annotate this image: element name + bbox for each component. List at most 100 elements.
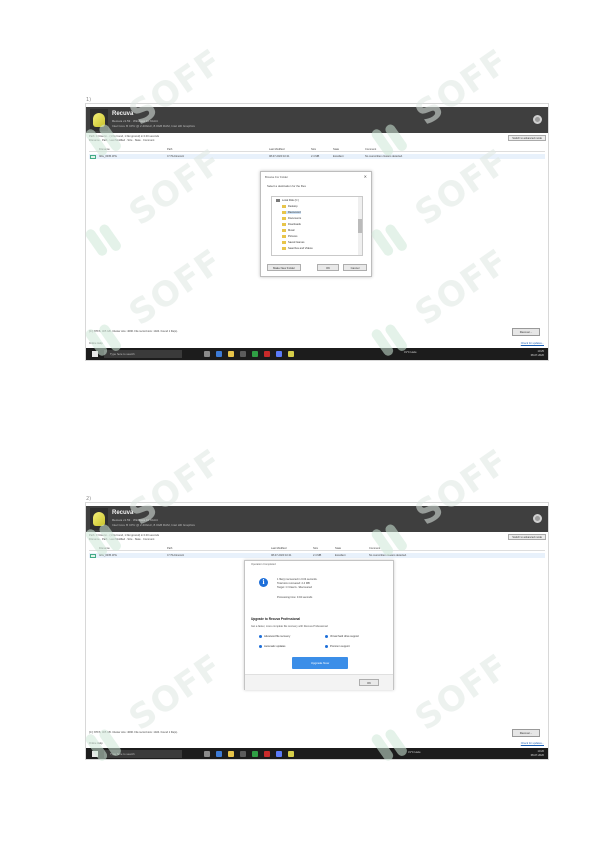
upgrade-button[interactable]: Upgrade Now <box>292 657 348 669</box>
folder-tree[interactable]: Local Disk (C:) Desktop Recovered Docume… <box>271 196 363 256</box>
folder-icon <box>282 247 286 250</box>
stat-line: Processing time: 0.04 seconds <box>277 596 313 599</box>
task-view-icon[interactable] <box>204 751 210 757</box>
store-icon[interactable] <box>240 351 246 357</box>
app-subtitle: Recuva v1.53 · Windows 10 64-bit <box>112 518 158 522</box>
recover-button[interactable]: Recover... <box>512 729 540 737</box>
app-icon[interactable] <box>264 351 270 357</box>
tree-item-folder[interactable]: Pictures <box>282 235 297 238</box>
feature-item: Automatic updates <box>259 645 285 648</box>
app-icon[interactable] <box>264 751 270 757</box>
taskbar-search[interactable]: Type here to search <box>104 350 182 358</box>
app-title: Recuva <box>112 111 134 117</box>
recuva-taskbar-icon[interactable] <box>288 351 294 357</box>
table-row[interactable]: IMG_0035.JPG C:\?\Unknown\ 08-07-2020 10… <box>89 154 545 159</box>
advanced-mode-button[interactable]: Switch to advanced mode <box>508 534 546 540</box>
check-icon <box>259 635 262 638</box>
check-updates-link[interactable]: Check for updates... <box>521 342 544 345</box>
ok-button[interactable]: OK <box>359 679 379 686</box>
scan-info: Path: C:\Users\... (1 file found, 1 file… <box>89 135 160 138</box>
online-help-link[interactable]: Online Help <box>89 742 103 745</box>
column-state[interactable]: State <box>333 147 339 152</box>
app-system-info: Intel Core i5 CPU @ 2.40GHz, 8.0GB RAM, … <box>112 124 195 128</box>
column-path[interactable]: Path <box>167 546 172 551</box>
row-comment: No overwritten clusters detected. <box>365 155 403 158</box>
system-clock[interactable]: 10:25 08-07-2020 <box>531 350 544 358</box>
settings-icon[interactable] <box>533 115 542 124</box>
tree-item-folder[interactable]: Desktop <box>282 205 298 208</box>
column-path[interactable]: Path <box>167 147 172 152</box>
tree-item-folder[interactable]: Saved Games <box>282 241 304 244</box>
check-icon <box>325 645 328 648</box>
column-size[interactable]: Size <box>311 147 316 152</box>
column-size[interactable]: Size <box>313 546 318 551</box>
drive-summary: [C:] NTFS, 465 GB. Cluster size: 4096. F… <box>89 731 178 734</box>
tree-scrollbar[interactable] <box>358 197 362 255</box>
weather-widget[interactable]: 31°C Haze <box>408 751 421 754</box>
operation-completed-dialog: Operation Completed i 1 file(s) recovere… <box>244 560 394 690</box>
column-modified[interactable]: Last Modified <box>269 147 284 152</box>
ok-button[interactable]: OK <box>317 264 339 271</box>
edge-browser-icon[interactable] <box>216 751 222 757</box>
settings-icon[interactable] <box>533 514 542 523</box>
app-system-info: Intel Core i5 CPU @ 2.40GHz, 8.0GB RAM, … <box>112 523 195 527</box>
folder-icon <box>282 223 286 226</box>
table-row[interactable]: IMG_0035.JPG C:\?\Unknown\ 08-07-2020 10… <box>89 553 545 558</box>
dialog-title: Operation Completed <box>251 563 276 566</box>
row-state: Excellent <box>335 554 346 557</box>
stat-line: 1 file(s) recovered in 0.04 seconds. <box>277 578 318 581</box>
dialog-title: Browse For Folder <box>265 175 289 179</box>
column-filename[interactable]: Filename <box>99 546 110 551</box>
scroll-thumb[interactable] <box>358 219 362 233</box>
task-view-icon[interactable] <box>204 351 210 357</box>
row-path: C:\?\Unknown\ <box>167 155 185 158</box>
info-icon: i <box>259 578 268 587</box>
column-filename[interactable]: Filename <box>99 147 110 152</box>
weather-widget[interactable]: 31°C Haze <box>404 351 417 354</box>
folder-icon <box>282 229 286 232</box>
recover-button[interactable]: Recover... <box>512 328 540 336</box>
tree-item-folder[interactable]: Documents <box>282 217 301 220</box>
tree-item-drive[interactable]: Local Disk (C:) <box>276 199 299 202</box>
row-checkbox[interactable] <box>90 553 96 558</box>
app-subtitle: Recuva v1.53 · Windows 10 64-bit <box>112 119 158 123</box>
edge-browser-icon[interactable] <box>216 351 222 357</box>
taskbar-search[interactable]: Type here to search <box>104 750 182 758</box>
row-checkbox[interactable] <box>90 154 96 159</box>
column-comment[interactable]: Comment <box>369 546 380 551</box>
windows-start-icon[interactable] <box>92 751 98 757</box>
app-icon[interactable] <box>276 751 282 757</box>
make-new-folder-button[interactable]: Make New Folder <box>267 264 301 271</box>
cancel-button[interactable]: Cancel <box>343 264 367 271</box>
column-state[interactable]: State <box>335 546 341 551</box>
column-modified[interactable]: Last Modified <box>271 546 286 551</box>
tree-item-folder-selected[interactable]: Recovered <box>282 211 301 215</box>
close-icon[interactable]: ✕ <box>364 174 367 179</box>
tree-item-folder[interactable]: Music <box>282 229 295 232</box>
table-header: Filename Path Last Modified Size State C… <box>89 147 545 152</box>
app-icon[interactable] <box>276 351 282 357</box>
online-help-link[interactable]: Online Help <box>89 342 103 345</box>
folder-icon <box>282 205 286 208</box>
table-header: Filename Path Last Modified Size State C… <box>89 546 545 551</box>
tree-item-folder[interactable]: Downloads <box>282 223 301 226</box>
advanced-mode-button[interactable]: Switch to advanced mode <box>508 135 546 141</box>
windows-taskbar: Type here to search 31°C Haze 10:25 08-07… <box>86 348 548 360</box>
drive-icon <box>276 199 280 202</box>
column-comment[interactable]: Comment <box>365 147 376 152</box>
file-explorer-icon[interactable] <box>228 751 234 757</box>
app-header: Recuva Recuva v1.53 · Windows 10 64-bit … <box>86 107 548 133</box>
recuva-logo-icon <box>90 109 108 131</box>
store-icon[interactable] <box>240 751 246 757</box>
recuva-taskbar-icon[interactable] <box>288 751 294 757</box>
feature-item: Advanced file recovery <box>259 635 290 638</box>
tree-item-folder[interactable]: Searches and Videos <box>282 247 313 250</box>
recuva-logo-icon <box>90 508 108 530</box>
app-header: Recuva Recuva v1.53 · Windows 10 64-bit … <box>86 506 548 532</box>
file-explorer-icon[interactable] <box>228 351 234 357</box>
windows-start-icon[interactable] <box>92 351 98 357</box>
check-updates-link[interactable]: Check for updates... <box>521 742 544 745</box>
chrome-icon[interactable] <box>252 351 258 357</box>
system-clock[interactable]: 10:26 08-07-2020 <box>531 750 544 758</box>
chrome-icon[interactable] <box>252 751 258 757</box>
